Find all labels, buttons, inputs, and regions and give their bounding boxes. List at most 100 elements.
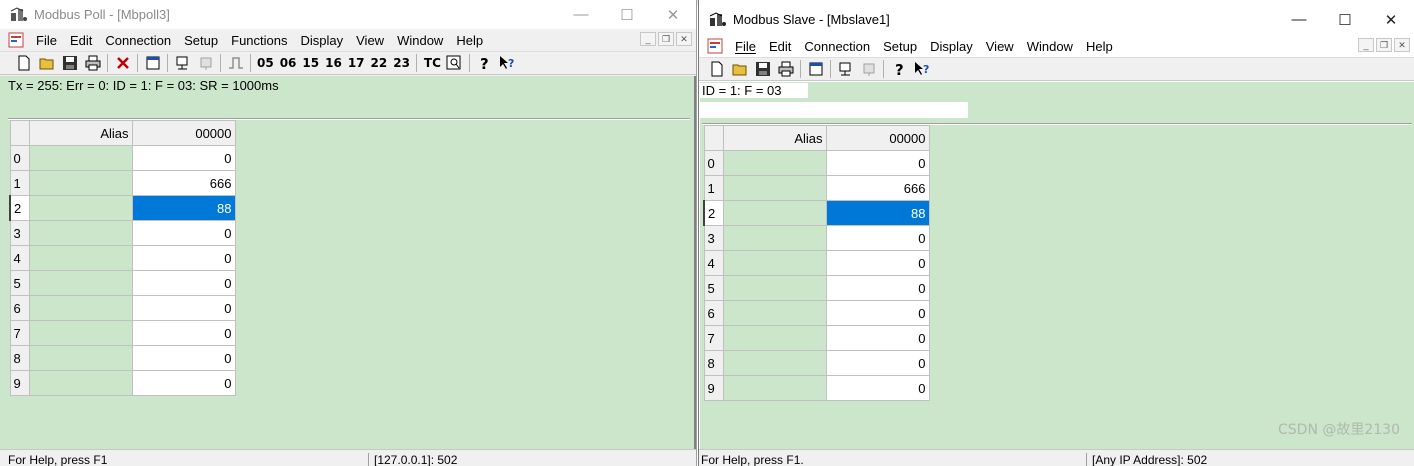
register-value-cell[interactable]: 0	[825, 250, 930, 276]
mdi-close-button[interactable]: ✕	[676, 32, 692, 46]
alias-cell[interactable]	[28, 270, 133, 296]
register-value-cell[interactable]: 0	[825, 350, 930, 376]
alias-column-header[interactable]: Alias	[28, 120, 133, 146]
register-value-cell[interactable]: 88	[131, 195, 236, 221]
open-button[interactable]	[728, 58, 751, 80]
register-value-cell[interactable]: 88	[825, 200, 930, 226]
minimize-button[interactable]: —	[1276, 5, 1322, 34]
menu-display[interactable]: Display	[924, 39, 980, 54]
window-button[interactable]	[141, 52, 164, 74]
row-number[interactable]: 5	[703, 275, 724, 301]
register-value-cell[interactable]: 0	[131, 270, 236, 296]
function-06-button[interactable]: 06	[277, 56, 300, 70]
register-value-cell[interactable]: 0	[825, 275, 930, 301]
alias-cell[interactable]	[28, 245, 133, 271]
row-number[interactable]: 1	[9, 170, 30, 196]
row-number[interactable]: 2	[703, 200, 724, 226]
row-number[interactable]: 1	[703, 175, 724, 201]
register-value-cell[interactable]: 666	[825, 175, 930, 201]
context-help-button[interactable]: ?	[496, 52, 519, 74]
alias-cell[interactable]	[722, 150, 827, 176]
register-value-cell[interactable]: 0	[825, 150, 930, 176]
save-button[interactable]	[751, 58, 774, 80]
alias-column-header[interactable]: Alias	[722, 125, 827, 151]
connect-button[interactable]	[834, 58, 857, 80]
function-05-button[interactable]: 05	[254, 56, 277, 70]
title-bar[interactable]: Modbus Poll - [Mbpoll3] — ☐ ✕	[0, 0, 696, 29]
menu-display[interactable]: Display	[295, 33, 351, 48]
row-number[interactable]: 6	[703, 300, 724, 326]
delete-button[interactable]	[111, 52, 134, 74]
alias-cell[interactable]	[28, 320, 133, 346]
minimize-button[interactable]: —	[558, 0, 604, 29]
alias-cell[interactable]	[28, 145, 133, 171]
pulse-button[interactable]	[224, 52, 247, 74]
print-button[interactable]	[81, 52, 104, 74]
row-number[interactable]: 4	[703, 250, 724, 276]
menu-edit[interactable]: Edit	[64, 33, 99, 48]
row-number[interactable]: 7	[703, 325, 724, 351]
alias-cell[interactable]	[722, 350, 827, 376]
alias-cell[interactable]	[28, 195, 133, 221]
close-button[interactable]: ✕	[1368, 5, 1414, 34]
register-value-cell[interactable]: 666	[131, 170, 236, 196]
menu-view[interactable]: View	[350, 33, 391, 48]
mdi-close-button[interactable]: ✕	[1394, 38, 1410, 52]
alias-cell[interactable]	[28, 220, 133, 246]
menu-connection[interactable]: Connection	[99, 33, 178, 48]
alias-cell[interactable]	[28, 345, 133, 371]
function-17-button[interactable]: 17	[345, 56, 368, 70]
alias-cell[interactable]	[722, 325, 827, 351]
alias-cell[interactable]	[722, 275, 827, 301]
context-help-button[interactable]: ?	[910, 58, 933, 80]
function-23-button[interactable]: 23	[390, 56, 413, 70]
mdi-minimize-button[interactable]: _	[1358, 38, 1374, 52]
alias-cell[interactable]	[722, 175, 827, 201]
alias-cell[interactable]	[28, 295, 133, 321]
new-button[interactable]	[12, 52, 35, 74]
alias-cell[interactable]	[722, 200, 827, 226]
alias-cell[interactable]	[722, 225, 827, 251]
row-number[interactable]: 0	[9, 145, 30, 171]
alias-cell[interactable]	[28, 370, 133, 396]
window-button[interactable]	[804, 58, 827, 80]
alias-cell[interactable]	[28, 170, 133, 196]
mdi-restore-button[interactable]: ❐	[658, 32, 674, 46]
save-button[interactable]	[58, 52, 81, 74]
close-button[interactable]: ✕	[650, 0, 696, 29]
menu-functions[interactable]: Functions	[225, 33, 294, 48]
register-value-cell[interactable]: 0	[825, 225, 930, 251]
address-column-header[interactable]: 00000	[825, 125, 930, 151]
row-number[interactable]: 8	[703, 350, 724, 376]
register-value-cell[interactable]: 0	[825, 325, 930, 351]
row-number[interactable]: 0	[703, 150, 724, 176]
function-16-button[interactable]: 16	[322, 56, 345, 70]
row-number[interactable]: 7	[9, 320, 30, 346]
register-value-cell[interactable]: 0	[131, 370, 236, 396]
title-bar[interactable]: Modbus Slave - [Mbslave1] — ☐ ✕	[699, 5, 1414, 34]
register-value-cell[interactable]: 0	[131, 145, 236, 171]
register-value-cell[interactable]: 0	[825, 375, 930, 401]
mdi-restore-button[interactable]: ❐	[1376, 38, 1392, 52]
function-22-button[interactable]: 22	[368, 56, 391, 70]
register-value-cell[interactable]: 0	[825, 300, 930, 326]
grid-corner[interactable]	[703, 125, 724, 151]
grid-corner[interactable]	[9, 120, 30, 146]
register-value-cell[interactable]: 0	[131, 320, 236, 346]
menu-setup[interactable]: Setup	[178, 33, 225, 48]
document-system-menu-icon[interactable]	[8, 32, 24, 48]
row-number[interactable]: 9	[9, 370, 30, 396]
menu-file[interactable]: File	[729, 39, 763, 54]
menu-help[interactable]: Help	[1080, 39, 1120, 54]
maximize-button[interactable]: ☐	[604, 0, 650, 29]
register-value-cell[interactable]: 0	[131, 295, 236, 321]
menu-help[interactable]: Help	[450, 33, 490, 48]
monitor-button[interactable]	[443, 52, 466, 74]
connect-button[interactable]	[171, 52, 194, 74]
disconnect-button[interactable]	[857, 58, 880, 80]
row-number[interactable]: 4	[9, 245, 30, 271]
open-button[interactable]	[35, 52, 58, 74]
row-number[interactable]: 2	[9, 195, 30, 221]
row-number[interactable]: 9	[703, 375, 724, 401]
alias-cell[interactable]	[722, 300, 827, 326]
